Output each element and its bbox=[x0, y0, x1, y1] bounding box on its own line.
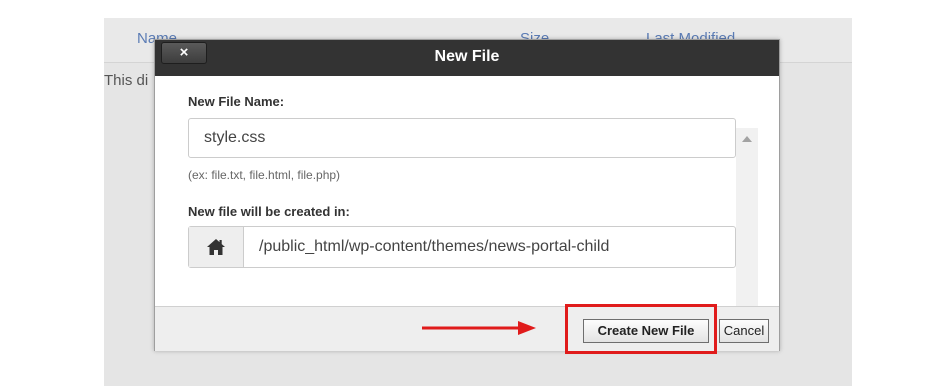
file-name-label: New File Name: bbox=[188, 94, 285, 109]
dialog-scrollbar[interactable] bbox=[736, 128, 758, 324]
dialog-body: New File Name: style.css (ex: file.txt, … bbox=[155, 76, 779, 324]
file-name-input[interactable]: style.css bbox=[188, 118, 736, 158]
file-name-hint: (ex: file.txt, file.html, file.php) bbox=[188, 168, 341, 182]
empty-directory-message: This di bbox=[104, 72, 149, 89]
cancel-button[interactable]: Cancel bbox=[719, 319, 769, 343]
annotation-arrow-icon bbox=[422, 321, 536, 335]
location-label: New file will be created in: bbox=[188, 204, 350, 219]
scroll-up-arrow-icon[interactable] bbox=[742, 136, 752, 142]
location-field[interactable]: /public_html/wp-content/themes/news-port… bbox=[188, 226, 736, 268]
dialog-titlebar: × New File bbox=[155, 40, 779, 76]
location-path: /public_html/wp-content/themes/news-port… bbox=[259, 238, 610, 255]
dialog-title: New File bbox=[434, 48, 500, 65]
home-icon bbox=[189, 227, 244, 267]
annotation-highlight-box bbox=[565, 304, 717, 354]
